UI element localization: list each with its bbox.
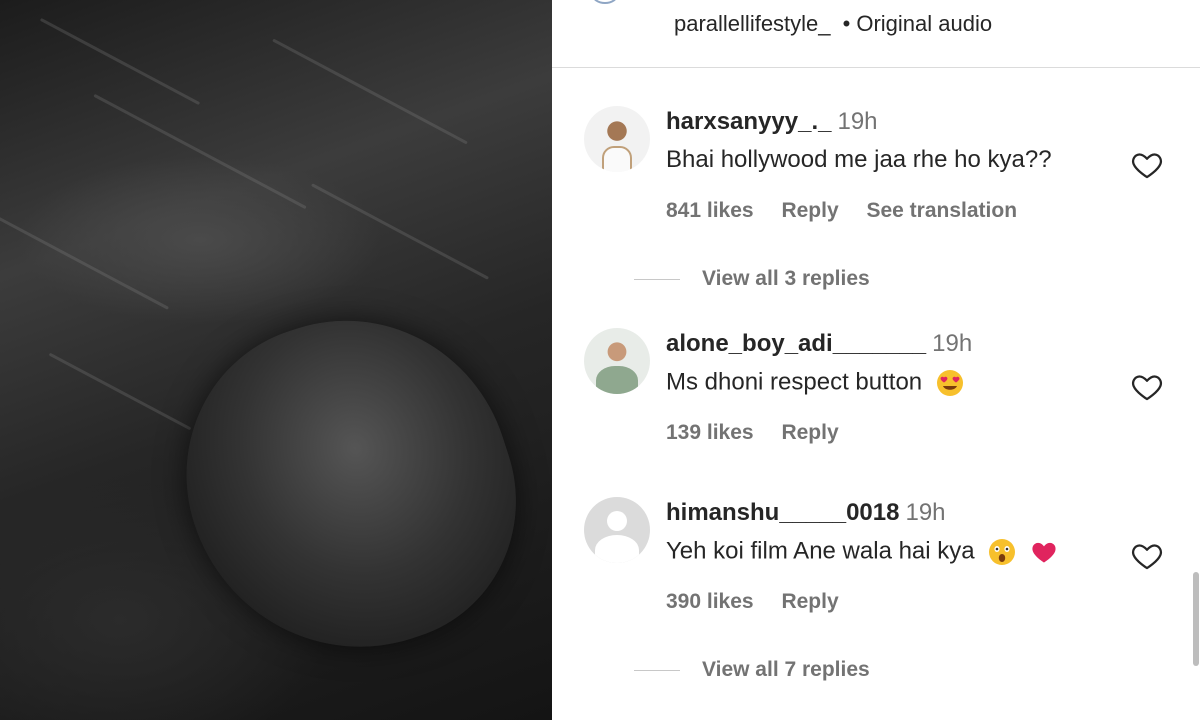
comment-list: harxsanyyy_._ 19h Bhai hollywood me jaa r…	[552, 69, 1182, 720]
like-count[interactable]: 139 likes	[666, 421, 754, 444]
heart-outline-icon[interactable]	[1130, 148, 1164, 182]
view-replies-label[interactable]: View all 7 replies	[702, 658, 870, 681]
motion-streak	[311, 183, 489, 280]
view-replies[interactable]: View all 7 replies	[634, 658, 870, 682]
owner-username[interactable]: parallellifestyle_	[674, 11, 831, 36]
comment-text-row: Yeh koi film Ane wala hai kya	[666, 537, 1058, 567]
motion-streak	[0, 213, 169, 310]
comment-meta: 841 likes Reply See translation	[666, 199, 1039, 223]
audio-line: parallellifestyle_ • Original audio	[674, 11, 992, 37]
heart-outline-icon[interactable]	[1130, 539, 1164, 573]
comment-username[interactable]: himanshu_____0018	[666, 499, 899, 526]
red-heart-emoji	[1032, 542, 1056, 563]
like-count[interactable]: 841 likes	[666, 199, 754, 222]
heart-outline-icon[interactable]	[1130, 370, 1164, 404]
owner-avatar[interactable]	[592, 0, 618, 4]
comment-text: Bhai hollywood me jaa rhe ho kya??	[666, 146, 1052, 173]
comment-username[interactable]: harxsanyyy_._	[666, 108, 831, 135]
comment-header: alone_boy_adi_______ 19h	[666, 330, 972, 358]
see-translation-button[interactable]: See translation	[866, 199, 1017, 222]
post-header: parallellifestyle_ • Original audio	[552, 0, 1200, 68]
motion-streak	[48, 352, 192, 431]
reel-video[interactable]	[0, 0, 552, 720]
comment-meta: 139 likes Reply	[666, 421, 861, 445]
blurred-subject	[146, 278, 552, 692]
comment-time[interactable]: 19h	[905, 499, 945, 526]
comment-text-row: Ms dhoni respect button	[666, 368, 965, 398]
motion-streak	[93, 93, 307, 210]
view-replies-label[interactable]: View all 3 replies	[702, 267, 870, 290]
comment-text: Yeh koi film Ane wala hai kya	[666, 537, 975, 565]
heart-eyes-emoji	[936, 370, 963, 396]
reply-button[interactable]: Reply	[781, 421, 838, 444]
reply-button[interactable]: Reply	[781, 199, 838, 222]
motion-streak	[272, 38, 468, 145]
astonished-face-emoji	[989, 539, 1016, 565]
reply-divider	[634, 278, 680, 280]
comment-time[interactable]: 19h	[932, 330, 972, 357]
comment-time[interactable]: 19h	[837, 108, 877, 135]
separator-dot: •	[842, 11, 851, 36]
comment-header: himanshu_____0018 19h	[666, 499, 946, 527]
reply-button[interactable]: Reply	[781, 590, 838, 613]
reply-divider	[634, 669, 680, 671]
default-avatar-icon[interactable]	[584, 497, 650, 563]
view-replies[interactable]: View all 3 replies	[634, 267, 870, 291]
comment-text: Ms dhoni respect button	[666, 368, 923, 396]
motion-streak	[39, 17, 201, 106]
scrollbar[interactable]	[1193, 572, 1199, 666]
like-count[interactable]: 390 likes	[666, 590, 754, 613]
avatar[interactable]	[584, 328, 650, 394]
comment-header: harxsanyyy_._ 19h	[666, 108, 878, 136]
avatar[interactable]	[584, 106, 650, 172]
audio-link[interactable]: Original audio	[856, 11, 992, 36]
comments-panel: parallellifestyle_ • Original audio harxs…	[552, 0, 1200, 720]
comment-meta: 390 likes Reply	[666, 590, 861, 614]
comment-username[interactable]: alone_boy_adi_______	[666, 330, 926, 357]
